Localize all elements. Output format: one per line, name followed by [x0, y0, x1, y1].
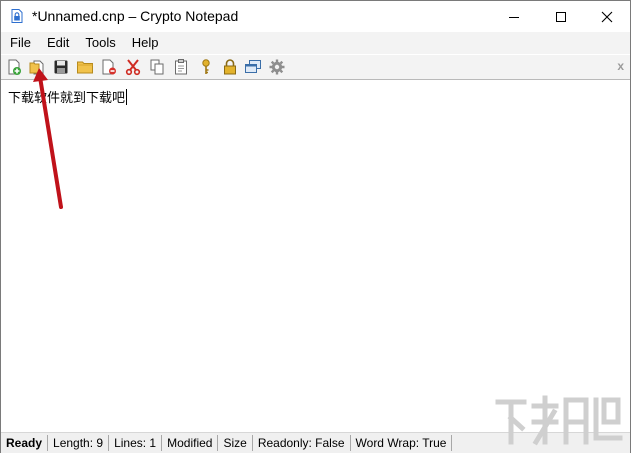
delete-file-button[interactable]: [100, 58, 118, 76]
new-file-button[interactable]: [5, 58, 23, 76]
settings-gear-icon: [268, 58, 286, 76]
toolbar-close-button[interactable]: x: [617, 59, 624, 73]
editor-content[interactable]: 下载软件就到下载吧: [8, 87, 128, 106]
menu-tools[interactable]: Tools: [77, 32, 123, 54]
window-title: *Unnamed.cnp – Crypto Notepad: [32, 8, 239, 24]
menu-help[interactable]: Help: [124, 32, 167, 54]
open-folder-icon: [76, 58, 94, 76]
menu-file[interactable]: File: [1, 32, 39, 54]
cut-icon: [124, 58, 142, 76]
key-button[interactable]: [197, 58, 215, 76]
new-file-icon: [5, 58, 23, 76]
paste-icon: [172, 58, 190, 76]
menu-bar: File Edit Tools Help: [1, 32, 630, 54]
status-length: Length: 9: [48, 435, 110, 451]
windows-button[interactable]: [244, 58, 262, 76]
title-bar[interactable]: *Unnamed.cnp – Crypto Notepad: [1, 1, 630, 32]
lock-icon: [221, 58, 239, 76]
status-size: Size: [218, 435, 253, 451]
cut-button[interactable]: [124, 58, 142, 76]
lock-button[interactable]: [221, 58, 239, 76]
minimize-button[interactable]: [491, 1, 537, 32]
settings-button[interactable]: [268, 58, 286, 76]
editor-text: 下载软件就到下载吧: [8, 91, 126, 106]
copy-button[interactable]: [148, 58, 166, 76]
notepad-lock-icon: [11, 9, 23, 23]
toolbar: x: [1, 55, 630, 79]
key-icon: [197, 58, 215, 76]
site-watermark-logo: [495, 395, 623, 446]
close-icon: [601, 11, 613, 23]
text-editor[interactable]: 下载软件就到下载吧: [1, 79, 630, 433]
save-icon: [52, 58, 70, 76]
maximize-icon: [555, 11, 567, 23]
close-window-button[interactable]: [584, 1, 630, 32]
status-modified: Modified: [162, 435, 219, 451]
windows-icon: [244, 58, 262, 76]
text-caret: [126, 89, 128, 105]
open-file-button[interactable]: [28, 58, 46, 76]
open-file-icon: [28, 58, 46, 76]
save-button[interactable]: [52, 58, 70, 76]
paste-button[interactable]: [172, 58, 190, 76]
minimize-icon: [508, 11, 520, 23]
open-folder-button[interactable]: [76, 58, 94, 76]
maximize-button[interactable]: [538, 1, 584, 32]
status-ready: Ready: [1, 435, 49, 451]
status-readonly: Readonly: False: [253, 435, 351, 451]
app-window: *Unnamed.cnp – Crypto Notepad File Edit …: [0, 0, 631, 453]
status-lines: Lines: 1: [109, 435, 163, 451]
status-word-wrap: Word Wrap: True: [351, 435, 453, 451]
menu-edit[interactable]: Edit: [39, 32, 77, 54]
delete-file-icon: [100, 58, 118, 76]
copy-icon: [148, 58, 166, 76]
